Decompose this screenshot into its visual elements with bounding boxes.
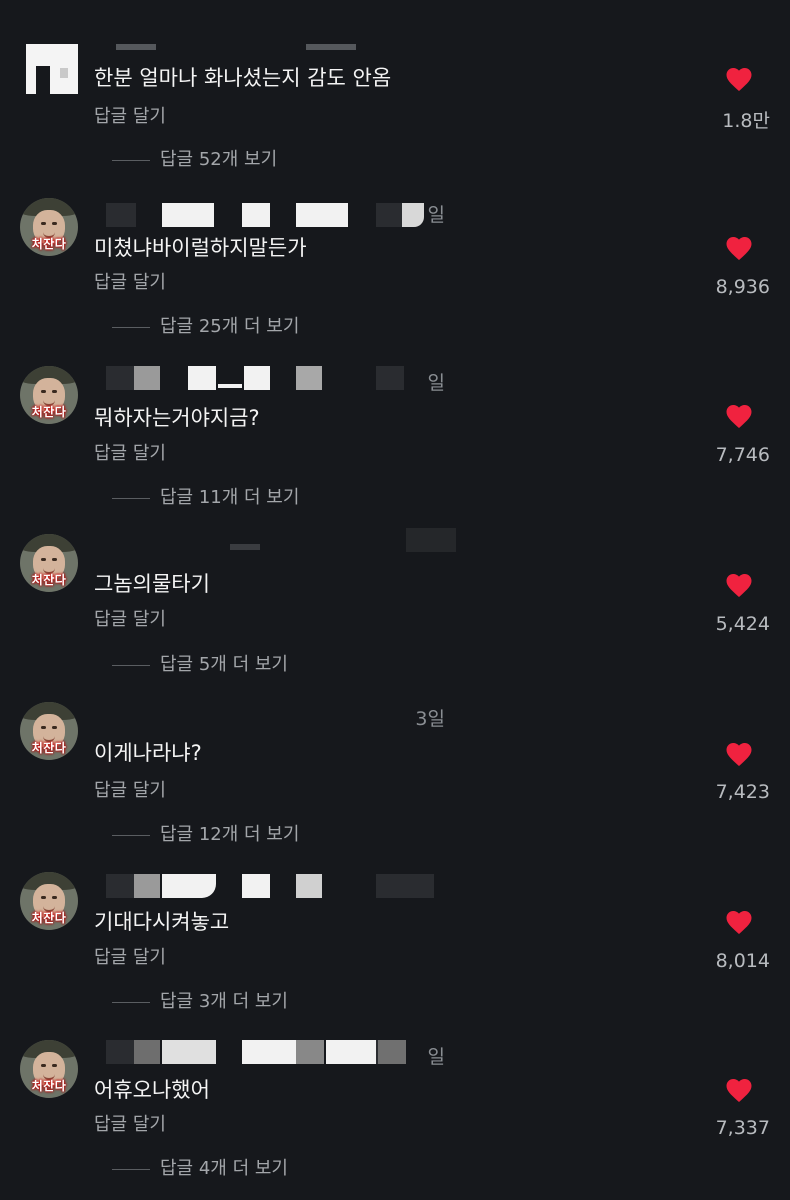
comment-date: 3일: [415, 708, 445, 730]
view-replies-button[interactable]: 답글 3개 더 보기: [112, 987, 288, 1013]
reply-button[interactable]: 답글 달기: [94, 268, 166, 294]
avatar[interactable]: 처잔다: [20, 534, 78, 592]
avatar[interactable]: 처잔다: [20, 702, 78, 760]
reply-button[interactable]: 답글 달기: [94, 943, 166, 969]
comment-text: 이게나라냐?: [94, 741, 202, 765]
view-replies-button[interactable]: 답글 5개 더 보기: [112, 650, 288, 676]
reply-button[interactable]: 답글 달기: [94, 439, 166, 465]
reply-button[interactable]: 답글 달기: [94, 1110, 166, 1136]
heart-icon[interactable]: [724, 739, 754, 767]
comment-text: 뭐하자는거야지금?: [94, 406, 260, 430]
reply-button[interactable]: 답글 달기: [94, 605, 166, 631]
comment-date: 일: [427, 204, 445, 226]
comment-item: 처잔다 일 어휴오나했어 답글 달기 답글 4개 더 보기 7,337: [0, 0, 790, 1179]
heart-icon[interactable]: [724, 570, 754, 598]
avatar[interactable]: 처잔다: [20, 872, 78, 930]
like-count: 7,337: [715, 1117, 770, 1139]
comment-date: 일: [427, 1046, 445, 1068]
view-replies-button[interactable]: 답글 11개 더 보기: [112, 483, 299, 509]
comment-text: 기대다시켜놓고: [94, 910, 230, 934]
like-count: 7,423: [715, 781, 770, 803]
avatar[interactable]: 처잔다: [20, 366, 78, 424]
comment-text: 그놈의물타기: [94, 572, 210, 596]
view-replies-button[interactable]: 답글 12개 더 보기: [112, 820, 299, 846]
avatar[interactable]: 처잔다: [20, 198, 78, 256]
reply-button[interactable]: 답글 달기: [94, 776, 166, 802]
comment-date: 일: [427, 372, 445, 394]
avatar[interactable]: 처잔다: [20, 1040, 78, 1098]
view-replies-button[interactable]: 답글 4개 더 보기: [112, 1154, 288, 1180]
heart-icon[interactable]: [724, 907, 754, 935]
like-count: 7,746: [715, 444, 770, 466]
comment-text: 어휴오나했어: [94, 1078, 210, 1102]
heart-icon[interactable]: [724, 1075, 754, 1103]
comment-text: 미쳤냐바이럴하지말든가: [94, 236, 307, 260]
heart-icon[interactable]: [724, 233, 754, 261]
view-replies-button[interactable]: 답글 25개 더 보기: [112, 312, 299, 338]
like-count: 8,014: [715, 950, 770, 972]
like-count: 8,936: [715, 276, 770, 298]
heart-icon[interactable]: [724, 401, 754, 429]
like-count: 5,424: [715, 613, 770, 635]
